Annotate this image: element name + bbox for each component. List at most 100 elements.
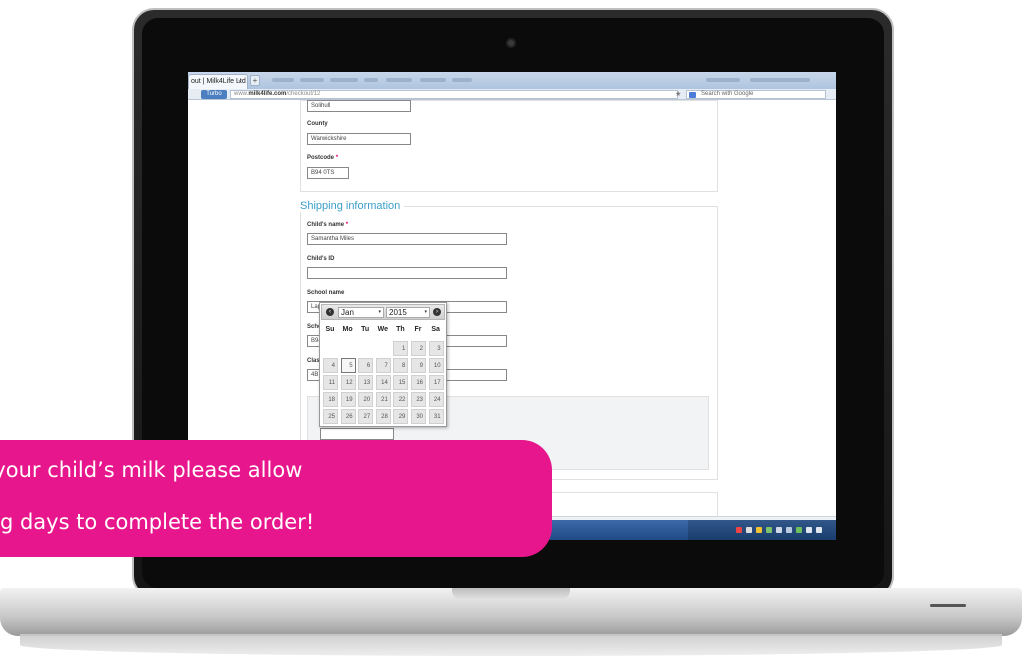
url-prefix: www. <box>234 91 249 97</box>
turbo-button[interactable]: Turbo <box>201 90 227 99</box>
school-name-label: School name <box>307 290 345 296</box>
calendar-day[interactable]: 23 <box>411 392 426 407</box>
town-input[interactable]: Solihull <box>307 100 411 112</box>
childs-name-label-text: Child's name <box>307 222 345 228</box>
calendar-day[interactable]: 19 <box>340 392 356 407</box>
required-mark: * <box>345 222 349 228</box>
search-input[interactable]: Search with Google <box>686 90 826 99</box>
laptop-mockup: out | Milk4Life Ltd × + Turbo www.milk4l… <box>0 0 1022 664</box>
class-label: Clas <box>307 358 320 364</box>
required-mark: * <box>335 155 339 161</box>
tray-flag-icon[interactable] <box>736 527 742 533</box>
url-domain: milk4life.com <box>248 91 287 97</box>
calendar-day[interactable]: 16 <box>411 375 426 390</box>
url-path: /checkout/12 <box>286 91 321 97</box>
calendar-day[interactable]: 4 <box>323 358 338 373</box>
date-input[interactable] <box>320 428 394 440</box>
calendar-day[interactable]: 11 <box>323 375 338 390</box>
camera-icon <box>506 38 516 48</box>
calendar-day[interactable]: 15 <box>393 375 409 390</box>
calendar-day[interactable]: 17 <box>428 375 444 390</box>
calendar-day[interactable]: 14 <box>375 375 391 390</box>
postcode-label-text: Postcode <box>307 155 335 161</box>
tray-app-icon[interactable] <box>746 527 752 533</box>
weekday-header: Fr <box>414 326 422 333</box>
calendar-day[interactable]: 12 <box>340 375 356 390</box>
year-value: 2015 <box>389 308 407 317</box>
calendar-day[interactable]: 24 <box>428 392 444 407</box>
calendar-day[interactable]: 6 <box>358 358 374 373</box>
calendar-day[interactable]: 2 <box>411 341 426 356</box>
childs-name-input[interactable]: Samantha Miles <box>307 233 507 245</box>
menu-item-blurred[interactable] <box>364 78 378 82</box>
tray-app-icon[interactable] <box>786 527 792 533</box>
calendar-day[interactable]: 25 <box>323 409 338 424</box>
tray-app-icon[interactable] <box>766 527 772 533</box>
menu-item-blurred[interactable] <box>330 78 358 82</box>
weekday-header: Tu <box>361 326 370 333</box>
menu-item-blurred[interactable] <box>300 78 324 82</box>
chevron-down-icon: ▾ <box>424 309 427 315</box>
new-tab-button[interactable]: + <box>250 75 260 86</box>
calendar-day[interactable]: 5 <box>340 358 356 373</box>
year-select[interactable]: 2015 ▾ <box>386 307 430 318</box>
next-month-icon[interactable]: › <box>433 308 441 316</box>
weekday-header: Su <box>325 326 335 333</box>
promo-banner: ng your child’s milk please allow rking … <box>0 440 552 557</box>
tray-network-icon[interactable] <box>776 527 782 533</box>
address-fieldset <box>300 100 718 192</box>
banner-line-2: rking days to complete the order! <box>0 510 315 534</box>
url-input[interactable]: www.milk4life.com/checkout/12 <box>230 90 678 99</box>
sleep-light-icon <box>930 604 966 607</box>
weekday-header: Mo <box>342 326 353 333</box>
chevron-down-icon: ▾ <box>378 309 381 315</box>
calendar-day[interactable]: 26 <box>340 409 356 424</box>
tab-close-icon[interactable]: × <box>238 76 242 89</box>
show-desktop-icon[interactable] <box>816 527 822 533</box>
calendar-day[interactable]: 1 <box>393 341 409 356</box>
calendar-day[interactable]: 9 <box>411 358 426 373</box>
childs-name-label: Child's name * <box>307 222 348 228</box>
weekday-header: We <box>377 326 388 333</box>
calendar-day[interactable]: 31 <box>428 409 444 424</box>
calendar-day[interactable]: 13 <box>358 375 374 390</box>
google-icon <box>689 92 696 98</box>
calendar-day[interactable]: 21 <box>375 392 391 407</box>
calendar-day[interactable]: 8 <box>393 358 409 373</box>
calendar-day[interactable]: 20 <box>358 392 374 407</box>
address-bar: Turbo www.milk4life.com/checkout/12 ★ Se… <box>188 89 836 100</box>
system-tray <box>688 520 836 540</box>
tray-app-icon[interactable] <box>756 527 762 533</box>
month-select[interactable]: Jan ▾ <box>338 307 384 318</box>
calendar-day[interactable]: 3 <box>428 341 444 356</box>
calendar-day[interactable]: 30 <box>411 409 426 424</box>
prev-month-icon[interactable]: ‹ <box>326 308 334 316</box>
calendar-day[interactable]: 10 <box>428 358 444 373</box>
county-input[interactable]: Warwickshire <box>307 133 411 145</box>
calendar-day[interactable]: 28 <box>375 409 391 424</box>
postcode-label: Postcode * <box>307 155 338 161</box>
datepicker: ‹ Jan ▾ 2015 ▾ › Su Mo Tu We Th Fr Sa 12345678… <box>319 302 447 427</box>
menu-item-blurred[interactable] <box>386 78 412 82</box>
shipping-legend: Shipping information <box>296 200 405 212</box>
browser-tab[interactable]: out | Milk4Life Ltd × <box>188 74 248 89</box>
menu-item-blurred[interactable] <box>452 78 472 82</box>
tray-volume-icon[interactable] <box>806 527 812 533</box>
calendar-day[interactable]: 22 <box>393 392 409 407</box>
datepicker-header: ‹ Jan ▾ 2015 ▾ › <box>321 304 445 320</box>
bookmark-star-icon[interactable]: ★ <box>675 90 681 99</box>
toolbar-blurred[interactable] <box>750 78 810 82</box>
calendar-day[interactable]: 7 <box>375 358 391 373</box>
tray-battery-icon[interactable] <box>796 527 802 533</box>
menu-item-blurred[interactable] <box>272 78 294 82</box>
banner-line-1: ng your child’s milk please allow <box>0 458 303 482</box>
account-blurred[interactable] <box>706 78 740 82</box>
county-label: County <box>307 121 328 127</box>
postcode-input[interactable]: B94 0TS <box>307 167 349 179</box>
calendar-day[interactable]: 29 <box>393 409 409 424</box>
laptop-reflection <box>20 634 1002 656</box>
calendar-day[interactable]: 27 <box>358 409 374 424</box>
menu-item-blurred[interactable] <box>420 78 446 82</box>
calendar-day[interactable]: 18 <box>323 392 338 407</box>
childs-id-input[interactable] <box>307 267 507 279</box>
